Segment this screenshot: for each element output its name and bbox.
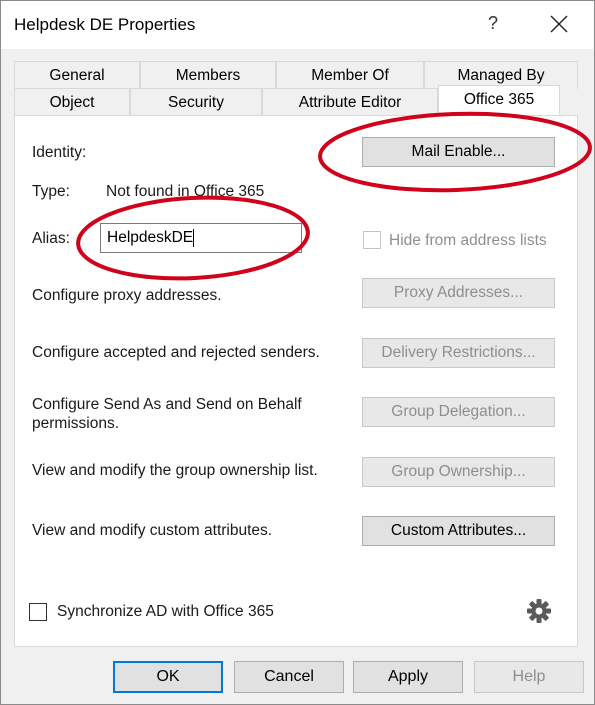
gear-icon[interactable] (526, 598, 552, 624)
delivery-restrictions-button[interactable]: Delivery Restrictions... (362, 338, 555, 368)
sync-ad-label: Synchronize AD with Office 365 (57, 603, 274, 620)
tab-label: Object (49, 94, 95, 111)
cancel-button[interactable]: Cancel (234, 661, 344, 693)
text-cursor (193, 228, 195, 247)
alias-input-value: HelpdeskDE (107, 229, 194, 246)
tab-general[interactable]: General (14, 61, 140, 89)
sync-ad-checkbox[interactable] (29, 603, 47, 621)
ok-button[interactable]: OK (113, 661, 223, 693)
hide-from-address-lists-checkbox[interactable] (363, 231, 381, 249)
identity-label: Identity: (32, 144, 87, 161)
custom-attributes-button[interactable]: Custom Attributes... (362, 516, 555, 546)
tab-security[interactable]: Security (130, 88, 262, 116)
tab-label: General (49, 67, 105, 84)
help-question-button[interactable]: ? (483, 13, 503, 34)
tab-members[interactable]: Members (140, 61, 276, 89)
proxy-addresses-button[interactable]: Proxy Addresses... (362, 278, 555, 308)
custom-attributes-description: View and modify custom attributes. (32, 522, 273, 539)
tab-label: Security (168, 94, 224, 111)
mail-enable-button[interactable]: Mail Enable... (362, 137, 555, 167)
senders-description: Configure accepted and rejected senders. (32, 344, 320, 361)
office365-tab-panel: Identity: Mail Enable... Type: Not found… (14, 115, 578, 647)
dialog-title: Helpdesk DE Properties (14, 15, 196, 34)
tab-label: Members (175, 67, 241, 84)
tab-office-365[interactable]: Office 365 (438, 85, 560, 115)
tab-label: Attribute Editor (298, 94, 402, 111)
type-value: Not found in Office 365 (106, 183, 265, 200)
close-icon[interactable] (547, 12, 571, 36)
tab-member-of[interactable]: Member Of (276, 61, 424, 89)
alias-label: Alias: (32, 230, 70, 247)
ownership-description: View and modify the group ownership list… (32, 462, 318, 479)
group-delegation-button[interactable]: Group Delegation... (362, 397, 555, 427)
tab-label: Office 365 (463, 91, 535, 108)
properties-dialog: Helpdesk DE Properties ? General Members… (0, 0, 595, 705)
title-bar: Helpdesk DE Properties ? (1, 1, 594, 49)
tab-object[interactable]: Object (14, 88, 130, 116)
tab-label: Managed By (457, 67, 545, 84)
send-as-description-line1: Configure Send As and Send on Behalf (32, 396, 302, 413)
group-ownership-button[interactable]: Group Ownership... (362, 457, 555, 487)
tab-label: Member Of (311, 67, 389, 84)
send-as-description-line2: permissions. (32, 415, 119, 432)
help-button[interactable]: Help (474, 661, 584, 693)
type-label: Type: (32, 183, 70, 200)
proxy-description: Configure proxy addresses. (32, 287, 222, 304)
alias-input[interactable]: HelpdeskDE (100, 223, 302, 253)
tab-attribute-editor[interactable]: Attribute Editor (262, 88, 438, 116)
hide-from-address-lists-label: Hide from address lists (389, 232, 547, 249)
apply-button[interactable]: Apply (353, 661, 463, 693)
